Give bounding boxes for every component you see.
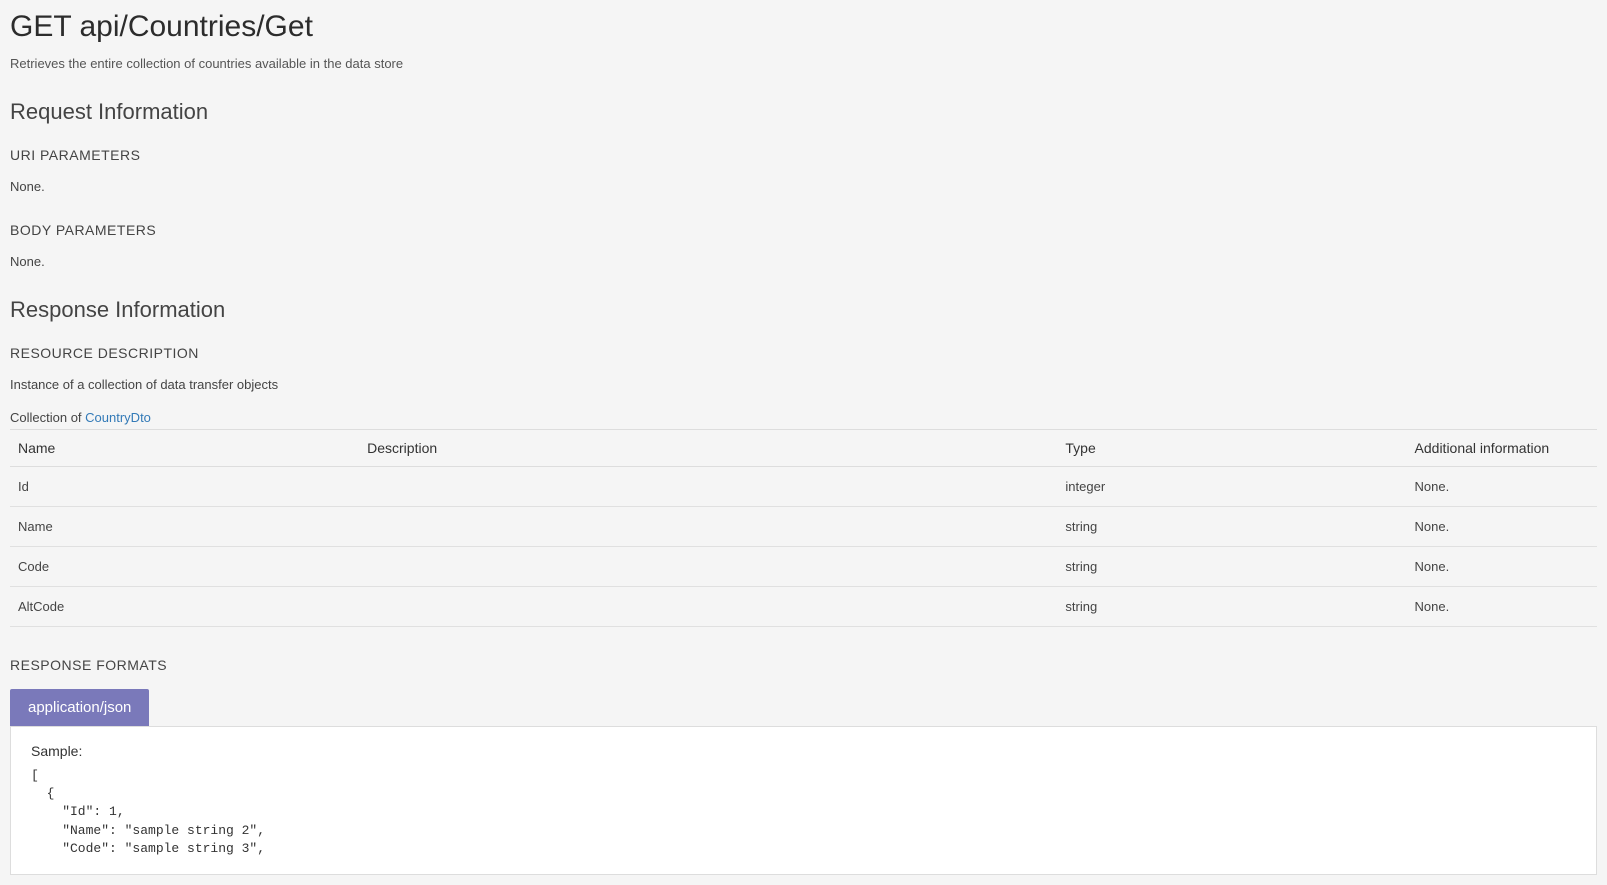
collection-of-text: Collection of CountryDto: [10, 410, 1597, 425]
th-name: Name: [10, 430, 359, 467]
cell-description: [359, 507, 1057, 547]
table-row: Name string None.: [10, 507, 1597, 547]
cell-additional: None.: [1407, 547, 1597, 587]
response-formats-heading: RESPONSE FORMATS: [10, 657, 1597, 673]
cell-type: string: [1057, 507, 1406, 547]
cell-type: string: [1057, 587, 1406, 627]
cell-name: AltCode: [10, 587, 359, 627]
table-header-row: Name Description Type Additional informa…: [10, 430, 1597, 467]
cell-description: [359, 587, 1057, 627]
tab-content: Sample: [ { "Id": 1, "Name": "sample str…: [10, 726, 1597, 875]
table-row: Code string None.: [10, 547, 1597, 587]
resource-table: Name Description Type Additional informa…: [10, 429, 1597, 627]
countrydto-link[interactable]: CountryDto: [85, 410, 151, 425]
cell-additional: None.: [1407, 507, 1597, 547]
cell-type: integer: [1057, 467, 1406, 507]
body-params-value: None.: [10, 254, 1597, 269]
request-info-heading: Request Information: [10, 99, 1597, 125]
uri-params-heading: URI PARAMETERS: [10, 147, 1597, 163]
table-row: Id integer None.: [10, 467, 1597, 507]
sample-code: [ { "Id": 1, "Name": "sample string 2", …: [31, 767, 1576, 858]
cell-name: Code: [10, 547, 359, 587]
uri-params-value: None.: [10, 179, 1597, 194]
table-row: AltCode string None.: [10, 587, 1597, 627]
response-info-heading: Response Information: [10, 297, 1597, 323]
body-params-heading: BODY PARAMETERS: [10, 222, 1597, 238]
cell-additional: None.: [1407, 587, 1597, 627]
tab-application-json[interactable]: application/json: [10, 689, 149, 726]
page-title: GET api/Countries/Get: [10, 10, 1597, 44]
resource-desc-heading: RESOURCE DESCRIPTION: [10, 345, 1597, 361]
cell-description: [359, 467, 1057, 507]
cell-description: [359, 547, 1057, 587]
sample-label: Sample:: [31, 743, 1576, 759]
cell-type: string: [1057, 547, 1406, 587]
th-description: Description: [359, 430, 1057, 467]
page-description: Retrieves the entire collection of count…: [10, 56, 1597, 71]
th-type: Type: [1057, 430, 1406, 467]
cell-name: Name: [10, 507, 359, 547]
resource-desc-text: Instance of a collection of data transfe…: [10, 377, 1597, 392]
cell-additional: None.: [1407, 467, 1597, 507]
cell-name: Id: [10, 467, 359, 507]
collection-prefix: Collection of: [10, 410, 85, 425]
th-additional: Additional information: [1407, 430, 1597, 467]
tab-container: application/json Sample: [ { "Id": 1, "N…: [10, 689, 1597, 875]
